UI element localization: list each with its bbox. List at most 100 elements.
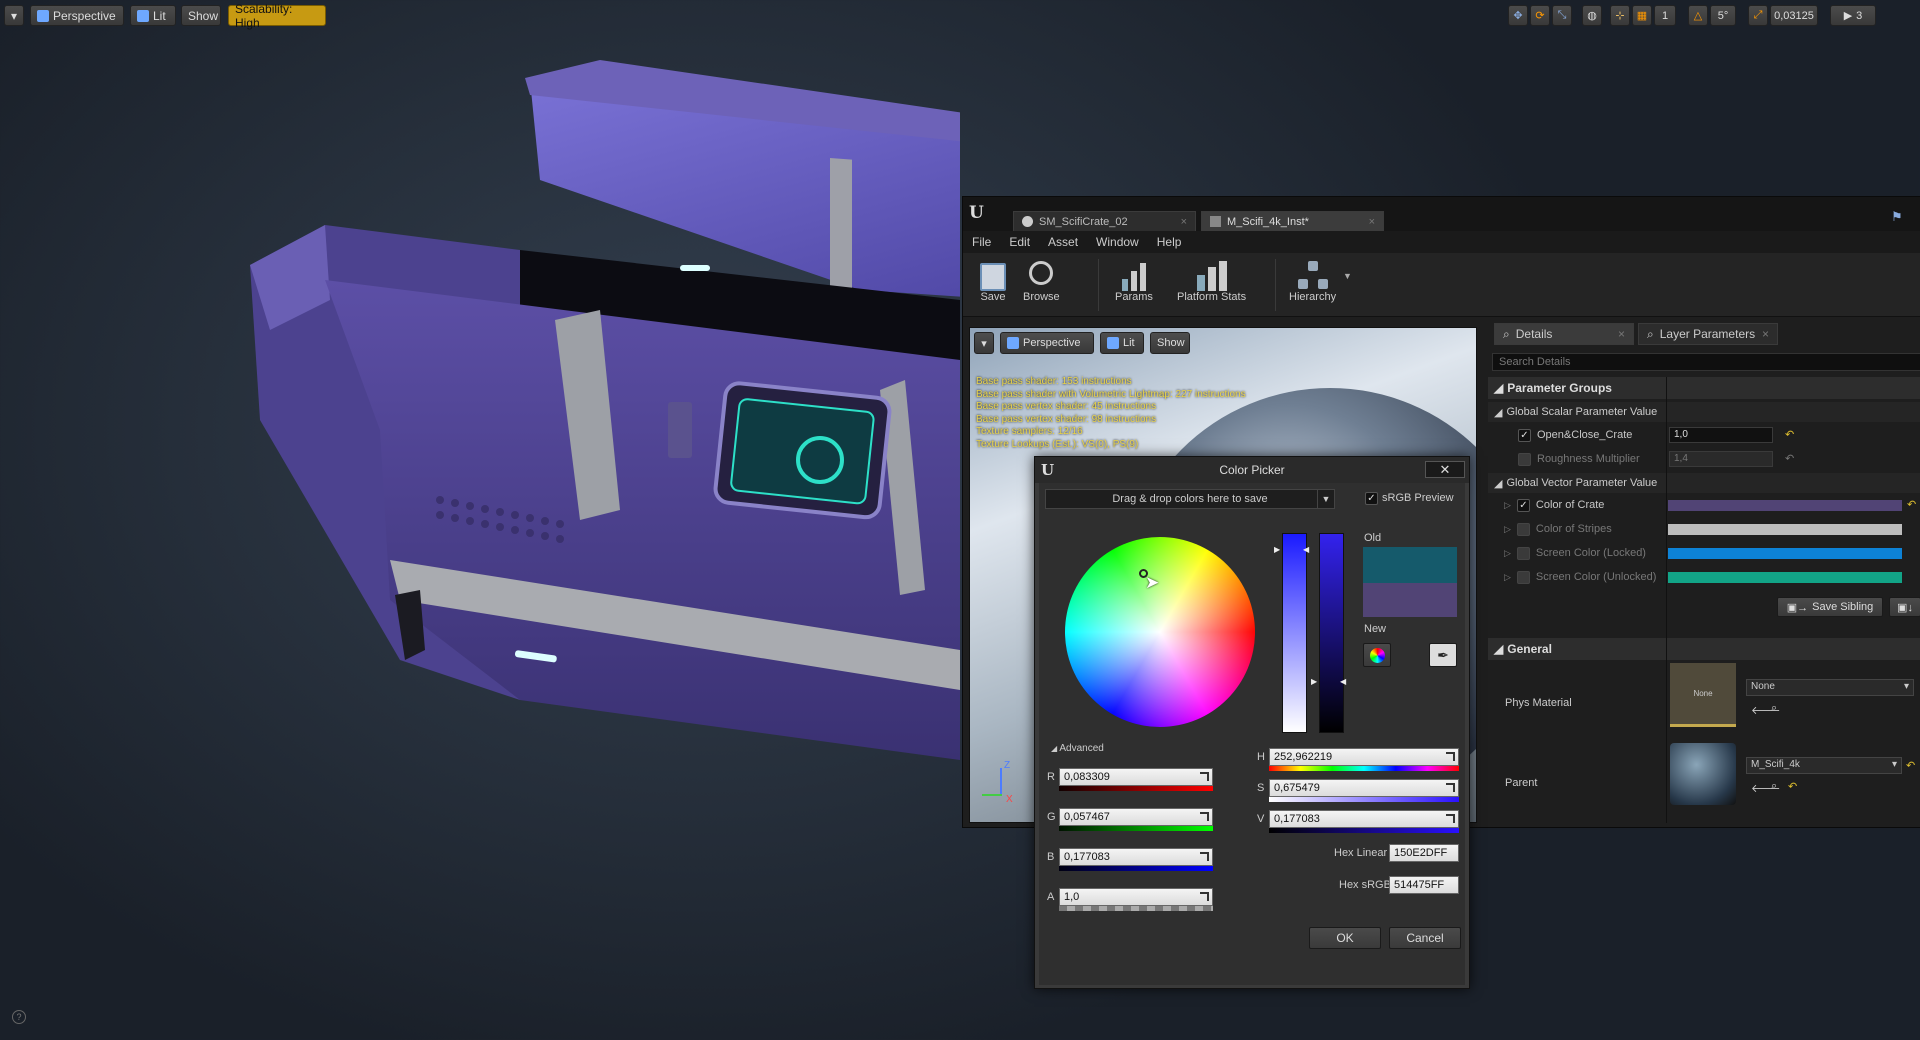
- tab-layer-parameters[interactable]: ⌕ Layer Parameters ×: [1638, 323, 1778, 345]
- perspective-button[interactable]: Perspective: [30, 5, 124, 26]
- reset-to-default-icon[interactable]: ↶: [1907, 498, 1916, 511]
- show-button[interactable]: Show: [181, 5, 221, 26]
- scale-tool-button[interactable]: ⤡: [1552, 5, 1572, 26]
- browse-button[interactable]: Browse: [1023, 257, 1060, 303]
- tab-static-mesh[interactable]: SM_ScifiCrate_02 ×: [1013, 211, 1196, 231]
- roughness-multiplier-value[interactable]: 1,4: [1669, 451, 1773, 467]
- parent-dropdown[interactable]: M_Scifi_4k ▾: [1746, 757, 1902, 774]
- reset-to-default-icon[interactable]: ↶: [1785, 428, 1794, 441]
- column-splitter[interactable]: [1666, 377, 1667, 823]
- r-input[interactable]: 0,083309: [1059, 768, 1213, 786]
- reset-to-default-icon[interactable]: ↶: [1906, 759, 1915, 772]
- parameter-groups-header[interactable]: ◢ Parameter Groups: [1488, 377, 1920, 399]
- menu-file[interactable]: File: [963, 235, 1000, 249]
- lit-button[interactable]: Lit: [130, 5, 176, 26]
- hierarchy-button[interactable]: Hierarchy: [1289, 257, 1336, 303]
- param-enable-checkbox[interactable]: [1516, 522, 1530, 536]
- value-handle-left[interactable]: ▶: [1311, 677, 1317, 686]
- save-child-button[interactable]: ▣↓: [1889, 597, 1920, 617]
- search-details-input[interactable]: Search Details: [1492, 353, 1920, 371]
- v-input[interactable]: 0,177083: [1269, 810, 1459, 828]
- advanced-toggle[interactable]: ◢ Advanced: [1051, 743, 1104, 754]
- help-icon[interactable]: ?: [12, 1010, 26, 1024]
- expand-icon[interactable]: ▷: [1504, 572, 1511, 583]
- screen-color-locked-swatch[interactable]: [1668, 548, 1902, 559]
- save-sibling-button[interactable]: ▣→ Save Sibling: [1777, 597, 1883, 617]
- cancel-button[interactable]: Cancel: [1389, 927, 1461, 949]
- translate-tool-button[interactable]: ✥: [1508, 5, 1528, 26]
- s-input[interactable]: 0,675479: [1269, 779, 1459, 797]
- viewport-options-button[interactable]: ▾: [4, 5, 24, 26]
- menu-asset[interactable]: Asset: [1039, 235, 1087, 249]
- param-enable-checkbox[interactable]: ✓: [1518, 428, 1531, 442]
- b-input[interactable]: 0,177083: [1059, 848, 1213, 866]
- phys-material-thumbnail[interactable]: None: [1670, 663, 1736, 727]
- g-input[interactable]: 0,057467: [1059, 808, 1213, 826]
- param-enable-checkbox[interactable]: [1518, 452, 1531, 466]
- reset-to-default-icon[interactable]: ↶: [1788, 780, 1797, 793]
- color-picker-titlebar[interactable]: U Color Picker ✕: [1035, 457, 1469, 483]
- color-of-crate-swatch[interactable]: [1668, 500, 1902, 511]
- saturation-handle-right[interactable]: ◀: [1303, 545, 1309, 554]
- browse-icon[interactable]: ⌕: [1771, 780, 1777, 793]
- rotation-snap-button[interactable]: △: [1688, 5, 1708, 26]
- params-button[interactable]: Params: [1115, 257, 1153, 303]
- hex-linear-input[interactable]: 150E2DFF: [1389, 844, 1459, 862]
- camera-speed-button[interactable]: ▶ 3: [1830, 5, 1876, 26]
- save-button[interactable]: Save: [977, 257, 1009, 303]
- saturation-handle-left[interactable]: ▶: [1274, 545, 1280, 554]
- expand-icon[interactable]: ▷: [1504, 524, 1511, 535]
- rotation-snap-value[interactable]: 5°: [1710, 5, 1736, 26]
- menu-window[interactable]: Window: [1087, 235, 1148, 249]
- tab-details[interactable]: ⌕ Details ×: [1494, 323, 1634, 345]
- color-theme-dropdown[interactable]: ▼: [1317, 489, 1335, 509]
- expand-icon[interactable]: ▷: [1504, 500, 1511, 511]
- scalar-group-header[interactable]: ◢ Global Scalar Parameter Value: [1488, 402, 1920, 422]
- h-input[interactable]: 252,962219: [1269, 748, 1459, 766]
- close-tab-icon[interactable]: ×: [1181, 216, 1187, 228]
- expand-icon[interactable]: ▷: [1504, 548, 1511, 559]
- param-enable-checkbox[interactable]: [1516, 546, 1530, 560]
- hierarchy-dropdown-icon[interactable]: ▼: [1343, 271, 1352, 281]
- saturation-slider[interactable]: [1282, 533, 1307, 733]
- param-enable-checkbox[interactable]: [1516, 570, 1530, 584]
- vector-group-header[interactable]: ◢ Global Vector Parameter Value: [1488, 473, 1920, 493]
- menu-edit[interactable]: Edit: [1000, 235, 1039, 249]
- close-tab-icon[interactable]: ×: [1618, 327, 1625, 341]
- menu-help[interactable]: Help: [1148, 235, 1191, 249]
- scale-snap-value[interactable]: 0,03125: [1770, 5, 1818, 26]
- color-wheel-mode-button[interactable]: [1363, 643, 1391, 667]
- phys-material-dropdown[interactable]: None ▾: [1746, 679, 1914, 696]
- color-theme-bar[interactable]: Drag & drop colors here to save: [1045, 489, 1335, 509]
- a-input[interactable]: 1,0: [1059, 888, 1213, 906]
- tab-material-instance[interactable]: M_Scifi_4k_Inst* ×: [1201, 211, 1384, 231]
- close-tab-icon[interactable]: ×: [1762, 327, 1769, 341]
- open-close-crate-value[interactable]: 1,0: [1669, 427, 1773, 443]
- reset-to-default-icon[interactable]: ↶: [1785, 452, 1794, 465]
- grid-snap-button[interactable]: ▦: [1632, 5, 1652, 26]
- preview-show-button[interactable]: Show: [1150, 332, 1190, 354]
- color-wheel[interactable]: ➤: [1065, 537, 1255, 727]
- grid-size-button[interactable]: 1: [1654, 5, 1676, 26]
- hex-srgb-input[interactable]: 514475FF: [1389, 876, 1459, 894]
- close-icon[interactable]: ✕: [1425, 461, 1465, 478]
- color-of-stripes-swatch[interactable]: [1668, 524, 1902, 535]
- world-local-button[interactable]: ◍: [1582, 5, 1602, 26]
- value-slider[interactable]: [1319, 533, 1344, 733]
- parent-material-thumbnail[interactable]: [1670, 743, 1736, 805]
- scale-snap-button[interactable]: ⤢: [1748, 5, 1768, 26]
- general-header[interactable]: ◢ General: [1488, 638, 1920, 660]
- preview-perspective-button[interactable]: Perspective: [1000, 332, 1094, 354]
- close-tab-icon[interactable]: ×: [1369, 216, 1375, 228]
- eyedropper-button[interactable]: ✒: [1429, 643, 1457, 667]
- scalability-warning[interactable]: Scalability: High: [228, 2, 326, 30]
- preview-lit-button[interactable]: Lit: [1100, 332, 1144, 354]
- screen-color-unlocked-swatch[interactable]: [1668, 572, 1902, 583]
- srgb-preview-checkbox[interactable]: ✓: [1365, 492, 1378, 505]
- ok-button[interactable]: OK: [1309, 927, 1381, 949]
- feedback-icon[interactable]: ⚑: [1891, 209, 1903, 225]
- value-handle-right[interactable]: ◀: [1340, 677, 1346, 686]
- browse-icon[interactable]: ⌕: [1771, 702, 1777, 715]
- surface-snap-button[interactable]: ⊹: [1610, 5, 1630, 26]
- param-enable-checkbox[interactable]: ✓: [1516, 498, 1530, 512]
